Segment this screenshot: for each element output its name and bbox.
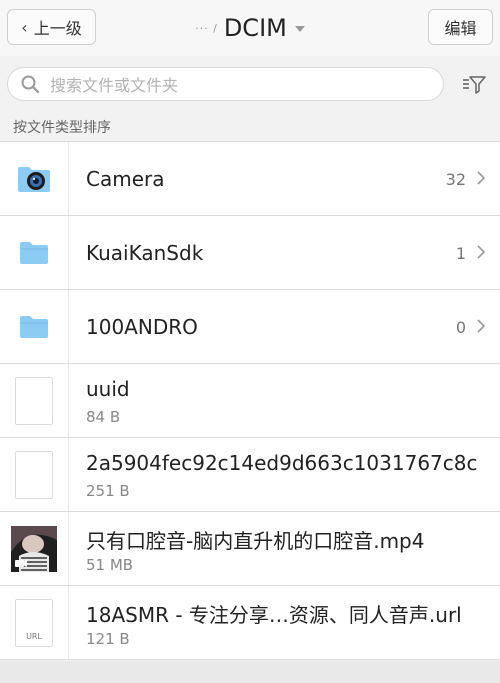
chevron-right-icon (477, 245, 486, 259)
search-input[interactable]: 搜索文件或文件夹 (7, 67, 444, 101)
item-size: 251 B (86, 482, 130, 500)
item-count: 32 (445, 170, 466, 189)
title-dropdown[interactable]: ··· / DCIM (0, 8, 500, 48)
top-bar: ‹ 上一级 ··· / DCIM 编辑 (0, 0, 500, 56)
list-item[interactable]: 只有口腔音-脑内直升机的口腔音.mp4 51 MB (0, 512, 500, 586)
item-name: KuaiKanSdk (86, 241, 204, 265)
item-name: 100ANDRO (86, 315, 198, 339)
breadcrumb: ··· / (195, 21, 218, 35)
icon-cell (0, 290, 69, 363)
video-thumbnail (11, 525, 57, 572)
edit-button-label: 编辑 (444, 19, 477, 38)
chevron-right-icon (477, 171, 486, 185)
item-name: Camera (86, 167, 165, 191)
list-item[interactable]: 100ANDRO 0 (0, 290, 500, 364)
file-icon (15, 450, 53, 499)
search-bar: 搜索文件或文件夹 (0, 56, 500, 112)
item-count: 1 (455, 244, 466, 263)
item-size: 121 B (86, 630, 130, 648)
icon-cell (0, 438, 69, 511)
edit-button[interactable]: 编辑 (428, 9, 493, 45)
sort-filter-icon[interactable] (462, 74, 486, 94)
item-name: 2a5904fec92c14ed9d663c1031767c8c (86, 451, 478, 475)
page-title: DCIM (223, 14, 287, 42)
chevron-right-icon (477, 319, 486, 333)
list-item[interactable]: KuaiKanSdk 1 (0, 216, 500, 290)
item-name: 只有口腔音-脑内直升机的口腔音.mp4 (86, 529, 425, 553)
list-item[interactable]: 2a5904fec92c14ed9d663c1031767c8c 251 B (0, 438, 500, 512)
caret-down-icon (294, 26, 305, 32)
item-name: 18ASMR - 专注分享…资源、同人音声.url (86, 603, 462, 627)
icon-cell (0, 512, 69, 585)
search-icon (21, 75, 40, 94)
icon-cell (0, 216, 69, 289)
search-placeholder: 搜索文件或文件夹 (50, 76, 179, 95)
file-icon (15, 376, 53, 425)
item-count: 0 (455, 318, 466, 337)
url-file-icon: URL (15, 598, 53, 647)
icon-cell (0, 142, 69, 215)
file-list: Camera 32 KuaiKanSdk 1 100ANDRO 0 uuid 8… (0, 141, 500, 660)
folder-icon (20, 315, 48, 338)
bottom-bar (0, 661, 500, 683)
file-ext-label: URL (26, 631, 42, 641)
icon-cell (0, 364, 69, 437)
list-item[interactable]: URL 18ASMR - 专注分享…资源、同人音声.url 121 B (0, 586, 500, 660)
camera-folder-icon (18, 166, 50, 192)
folder-icon (20, 241, 48, 264)
item-name: uuid (86, 377, 130, 401)
list-item[interactable]: Camera 32 (0, 142, 500, 216)
item-size: 51 MB (86, 556, 134, 574)
item-size: 84 B (86, 408, 121, 426)
icon-cell: URL (0, 586, 69, 659)
sort-label: 按文件类型排序 (13, 120, 111, 136)
list-item[interactable]: uuid 84 B (0, 364, 500, 438)
